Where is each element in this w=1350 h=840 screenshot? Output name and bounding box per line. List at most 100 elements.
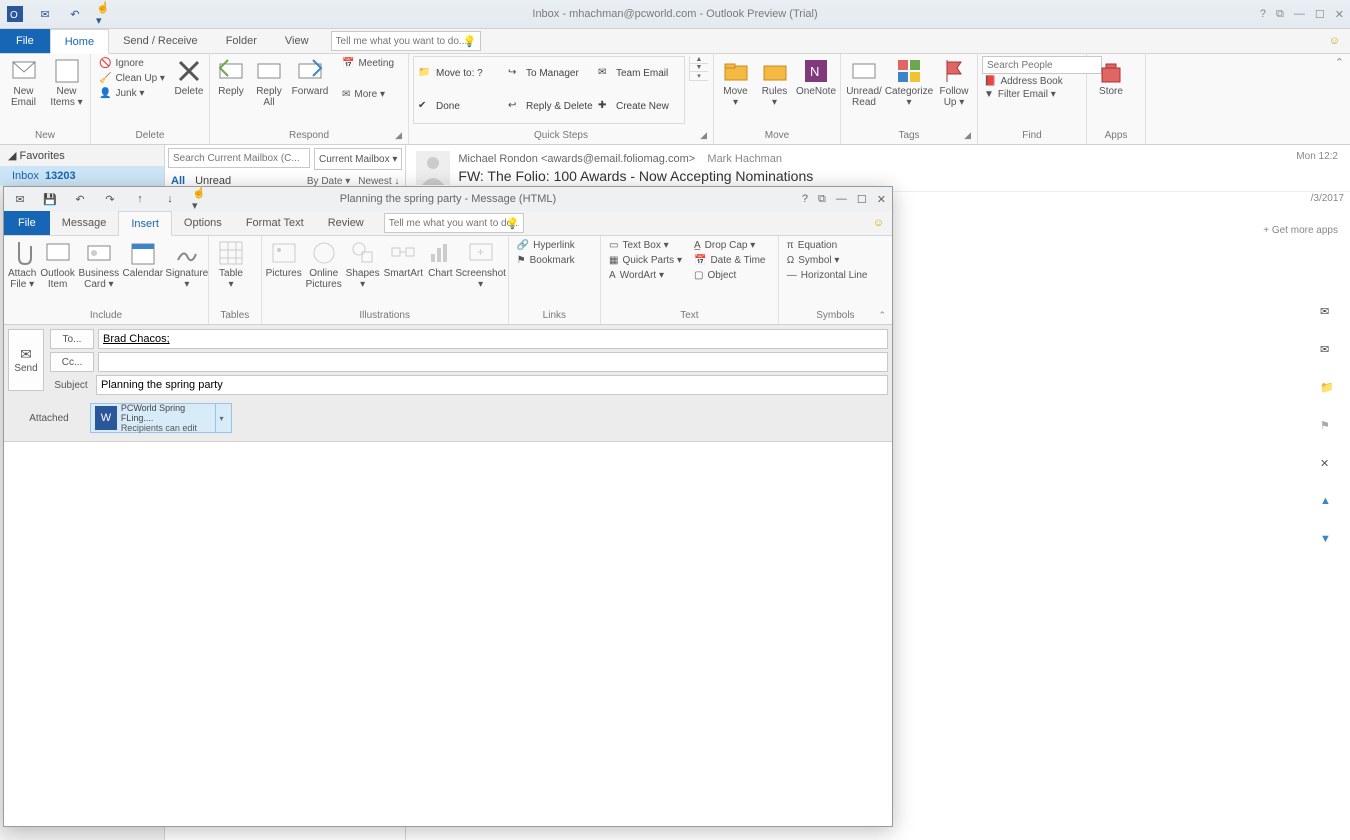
junk-button[interactable]: 👤Junk ▾ — [95, 86, 169, 101]
onenote-button[interactable]: NOneNote — [796, 56, 836, 97]
compose-tab-message[interactable]: Message — [50, 211, 119, 235]
meeting-button[interactable]: 📅Meeting — [338, 56, 398, 71]
favorites-header[interactable]: ◢ Favorites — [0, 145, 164, 166]
search-mailbox-input[interactable] — [168, 148, 310, 168]
to-button[interactable]: To... — [50, 329, 94, 349]
minimize-icon[interactable]: — — [1294, 8, 1305, 20]
screenshot-button[interactable]: +Screenshot ▾ — [458, 238, 504, 290]
business-card-button[interactable]: Business Card ▾ — [79, 238, 119, 290]
search-scope-dropdown[interactable]: Current Mailbox ▾ — [314, 148, 402, 170]
hline-button[interactable]: —Horizontal Line — [783, 268, 872, 283]
send-all-icon[interactable]: ✉ — [36, 5, 54, 23]
address-book-button[interactable]: 📕Address Book — [982, 76, 1102, 87]
compose-tab-file[interactable]: File — [4, 211, 50, 235]
cc-button[interactable]: Cc... — [50, 352, 94, 372]
compose-tab-review[interactable]: Review — [316, 211, 376, 235]
sort-newest[interactable]: Newest ↓ — [358, 176, 399, 187]
down-arrow-icon[interactable]: ▼ — [1320, 533, 1340, 553]
maximize-icon[interactable]: ☐ — [1315, 8, 1325, 21]
attachment-chip[interactable]: W PCWorld Spring FLing....Recipients can… — [90, 403, 232, 433]
tab-home[interactable]: Home — [50, 29, 109, 54]
move-button[interactable]: Move ▾ — [718, 56, 753, 108]
subject-field[interactable] — [96, 375, 888, 395]
flag-icon[interactable]: ⚑ — [1320, 419, 1340, 439]
compose-redo-icon[interactable]: ↷ — [102, 191, 118, 207]
forward-button[interactable]: Forward — [290, 56, 330, 97]
quick-steps-gallery[interactable]: 📁Move to: ? ✔Done ↪To Manager ↩Reply & D… — [413, 56, 685, 124]
help-icon[interactable]: ? — [1260, 8, 1266, 20]
cleanup-button[interactable]: 🧹Clean Up ▾ — [95, 71, 169, 86]
unread-read-button[interactable]: Unread/ Read — [845, 56, 883, 108]
compose-prev-icon[interactable]: ↑ — [132, 191, 148, 207]
compose-touch-icon[interactable]: ☝ ▾ — [192, 191, 208, 207]
tab-folder[interactable]: Folder — [212, 29, 271, 53]
undo-icon[interactable]: ↶ — [66, 5, 84, 23]
touch-mode-icon[interactable]: ☝ ▾ — [96, 5, 114, 23]
compose-collapse-icon[interactable]: ⌃ — [878, 310, 886, 321]
tab-view[interactable]: View — [271, 29, 323, 53]
qs-launcher[interactable]: ◢ — [700, 130, 707, 141]
attachment-dropdown[interactable]: ▾ — [215, 404, 227, 432]
compose-tab-formattext[interactable]: Format Text — [234, 211, 316, 235]
compose-maximize-icon[interactable]: ☐ — [857, 193, 867, 206]
signature-button[interactable]: Signature ▾ — [167, 238, 207, 290]
attach-file-button[interactable]: Attach File ▾ — [8, 238, 36, 290]
dropcap-button[interactable]: A̲Drop Cap ▾ — [690, 238, 769, 253]
compose-help-icon[interactable]: ? — [802, 193, 808, 206]
new-items-button[interactable]: New Items ▾ — [47, 56, 86, 108]
filter-email-button[interactable]: ▼Filter Email ▾ — [982, 89, 1102, 100]
chart-button[interactable]: Chart — [427, 238, 454, 279]
compose-save-icon[interactable]: 💾 — [42, 191, 58, 207]
quickparts-button[interactable]: ▦Quick Parts ▾ — [605, 253, 686, 268]
rules-button[interactable]: Rules ▾ — [757, 56, 792, 108]
bookmark-button[interactable]: ⚑Bookmark — [513, 253, 579, 268]
to-field[interactable] — [98, 329, 888, 349]
tab-file[interactable]: File — [0, 29, 50, 53]
compose-smiley-icon[interactable]: ☺ — [873, 217, 884, 229]
message-body-editor[interactable] — [4, 441, 892, 826]
online-pictures-button[interactable]: Online Pictures — [306, 238, 342, 290]
compose-undo-icon[interactable]: ↶ — [72, 191, 88, 207]
shapes-button[interactable]: Shapes ▾ — [346, 238, 380, 290]
object-button[interactable]: ▢Object — [690, 268, 769, 283]
tab-send-receive[interactable]: Send / Receive — [109, 29, 212, 53]
wordart-button[interactable]: AWordArt ▾ — [605, 268, 686, 283]
datetime-button[interactable]: 📅Date & Time — [690, 253, 769, 268]
move-folder-icon[interactable]: 📁 — [1320, 381, 1340, 401]
ignore-button[interactable]: 🚫Ignore — [95, 56, 169, 71]
close-icon[interactable]: ✕ — [1335, 8, 1344, 21]
envelope-icon[interactable]: ✉ — [1320, 343, 1340, 363]
delete-button[interactable]: Delete — [173, 56, 205, 97]
compose-close-icon[interactable]: ✕ — [877, 193, 886, 206]
sort-bydate[interactable]: By Date ▾ — [307, 176, 350, 187]
respond-launcher[interactable]: ◢ — [395, 130, 402, 141]
more-respond-button[interactable]: ✉More ▾ — [338, 87, 398, 102]
store-button[interactable]: Store — [1091, 56, 1131, 97]
symbol-button[interactable]: ΩSymbol ▾ — [783, 253, 872, 268]
smartart-button[interactable]: SmartArt — [384, 238, 423, 279]
collapse-ribbon-icon[interactable]: ⌃ — [1335, 56, 1344, 69]
mark-unread-icon[interactable]: ✉ — [1320, 305, 1340, 325]
send-button[interactable]: ✉Send — [8, 329, 44, 391]
new-email-button[interactable]: New Email — [4, 56, 43, 108]
tellme-input[interactable] — [331, 31, 481, 51]
textbox-button[interactable]: ▭Text Box ▾ — [605, 238, 686, 253]
compose-minimize-icon[interactable]: — — [836, 193, 847, 206]
followup-button[interactable]: Follow Up ▾ — [935, 56, 973, 108]
reply-button[interactable]: Reply — [214, 56, 248, 97]
compose-next-icon[interactable]: ↓ — [162, 191, 178, 207]
calendar-button[interactable]: Calendar — [123, 238, 163, 279]
quick-steps-scroll[interactable]: ▲▼▾ — [689, 56, 708, 81]
hyperlink-button[interactable]: 🔗Hyperlink — [513, 238, 579, 253]
ribbon-display-icon[interactable]: ⧉ — [1276, 8, 1284, 21]
reply-all-button[interactable]: Reply All — [252, 56, 286, 108]
compose-tab-insert[interactable]: Insert — [118, 211, 172, 236]
equation-button[interactable]: πEquation — [783, 238, 872, 253]
tags-launcher[interactable]: ◢ — [964, 130, 971, 141]
outlook-item-button[interactable]: Outlook Item — [40, 238, 74, 290]
inbox-folder[interactable]: Inbox 13203 — [0, 166, 164, 186]
smiley-icon[interactable]: ☺ — [1329, 35, 1340, 47]
cc-field[interactable] — [98, 352, 888, 372]
search-people-input[interactable] — [982, 56, 1102, 74]
categorize-button[interactable]: Categorize ▾ — [887, 56, 931, 108]
